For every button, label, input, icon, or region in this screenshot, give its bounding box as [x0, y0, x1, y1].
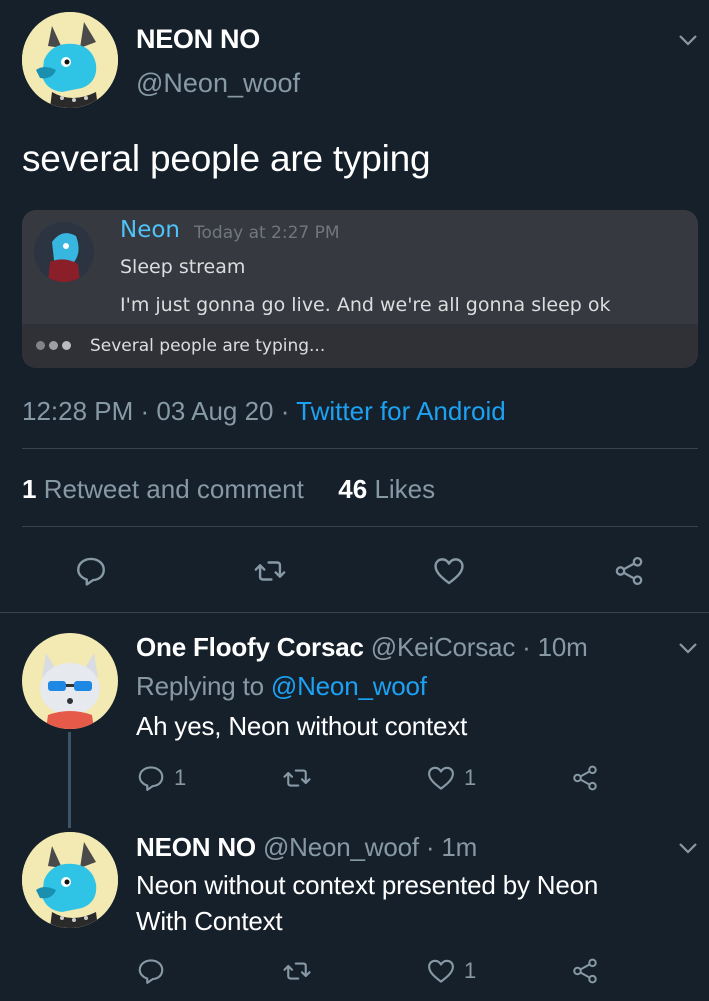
- typing-dots-icon: [36, 341, 71, 351]
- discord-timestamp: Today at 2:27 PM: [194, 223, 340, 243]
- reply-handle-time[interactable]: @Neon_woof · 1m: [256, 832, 477, 862]
- like-icon: [428, 959, 454, 983]
- reply-retweet-button[interactable]: [282, 763, 312, 793]
- reply-like-button[interactable]: 1: [426, 763, 476, 793]
- tweet-text: several people are typing: [22, 138, 431, 179]
- replying-to-link[interactable]: @Neon_woof: [271, 671, 427, 701]
- share-icon: [573, 958, 597, 984]
- retweet-icon[interactable]: [253, 554, 287, 588]
- reply-reply-button[interactable]: [136, 956, 166, 986]
- reply-text: Neon without context presented by Neon: [136, 870, 599, 900]
- discord-username: Neon: [120, 217, 181, 243]
- reply-like-button[interactable]: 1: [426, 956, 476, 986]
- reply-share-button[interactable]: [570, 956, 600, 986]
- reply-icon: [138, 766, 164, 791]
- tweet-source-link[interactable]: Twitter for Android: [296, 396, 506, 426]
- reply-text: With Context: [136, 906, 283, 936]
- like-count: 1: [464, 958, 477, 983]
- author-avatar[interactable]: [22, 12, 118, 108]
- reply-icon[interactable]: [74, 554, 108, 588]
- retweet-icon: [283, 962, 311, 980]
- retweets-stat[interactable]: 1 Retweet and comment: [22, 474, 304, 504]
- tweet-meta: 12:28 PM · 03 Aug 20 · Twitter for Andro…: [22, 396, 506, 427]
- reply-avatar[interactable]: [22, 832, 118, 928]
- reply-count: 1: [174, 765, 187, 790]
- reply-header: NEON NO @Neon_woof · 1m: [136, 832, 477, 863]
- author-handle[interactable]: @Neon_woof: [136, 68, 300, 99]
- divider: [22, 526, 698, 527]
- tweet-menu-chevron-icon[interactable]: [676, 28, 700, 52]
- thread-connector: [68, 732, 71, 828]
- like-icon: [428, 766, 454, 790]
- divider: [22, 448, 698, 449]
- reply-display-name[interactable]: NEON NO: [136, 832, 256, 862]
- discord-avatar: [34, 222, 94, 282]
- retweet-icon: [283, 769, 311, 787]
- reply-reply-button[interactable]: 1: [136, 763, 186, 793]
- attached-image[interactable]: Neon Today at 2:27 PM Sleep stream I'm j…: [22, 210, 698, 368]
- reply-icon: [138, 959, 164, 984]
- discord-message-line: I'm just gonna go live. And we're all go…: [120, 294, 611, 316]
- reply-display-name[interactable]: One Floofy Corsac: [136, 632, 364, 662]
- discord-message-line: Sleep stream: [120, 256, 246, 278]
- tweet-stats: 1 Retweet and comment 46 Likes: [22, 474, 435, 505]
- likes-stat[interactable]: 46 Likes: [338, 474, 435, 504]
- discord-typing-bar: Several people are typing...: [22, 324, 698, 368]
- reply-text: Ah yes, Neon without context: [136, 711, 468, 741]
- share-icon: [573, 765, 597, 791]
- reply-handle-time[interactable]: @KeiCorsac · 10m: [364, 632, 588, 662]
- tweet-timestamp: 12:28 PM · 03 Aug 20 ·: [22, 396, 297, 426]
- discord-typing-text: Several people are typing...: [90, 336, 326, 356]
- reply-share-button[interactable]: [570, 763, 600, 793]
- reply-menu-chevron-icon[interactable]: [676, 636, 700, 660]
- author-display-name[interactable]: NEON NO: [136, 24, 260, 55]
- reply-retweet-button[interactable]: [282, 956, 312, 986]
- section-separator: [0, 612, 709, 613]
- replying-to: Replying to @Neon_woof: [136, 671, 427, 701]
- reply-menu-chevron-icon[interactable]: [676, 836, 700, 860]
- like-icon[interactable]: [432, 554, 466, 588]
- like-count: 1: [464, 765, 477, 790]
- share-icon[interactable]: [612, 554, 646, 588]
- reply-header: One Floofy Corsac @KeiCorsac · 10m: [136, 632, 588, 663]
- reply-avatar[interactable]: [22, 633, 118, 729]
